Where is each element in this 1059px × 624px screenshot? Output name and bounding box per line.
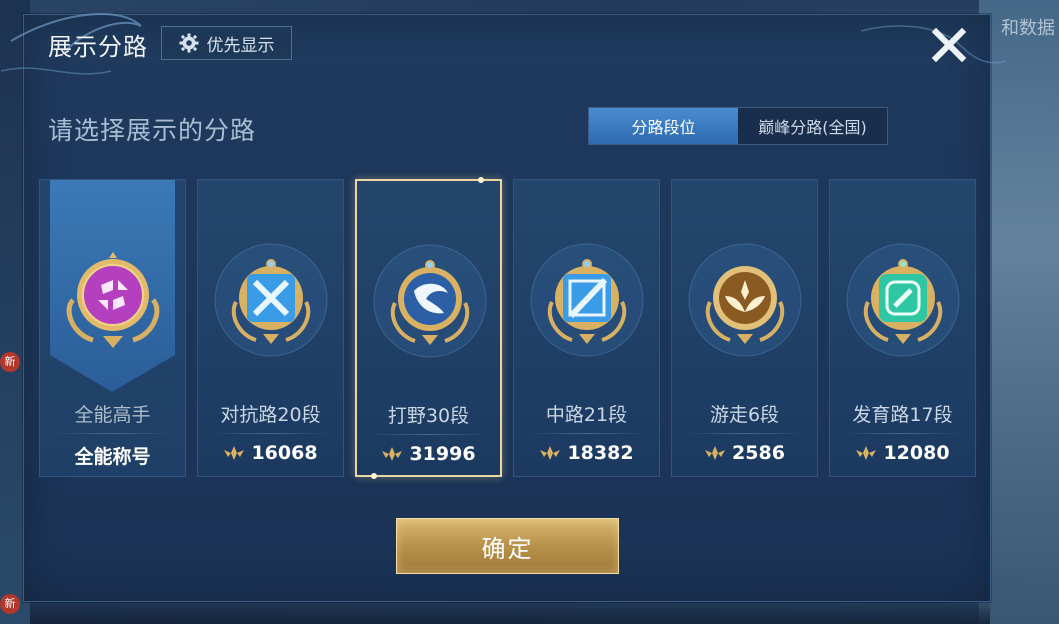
all-round-emblem-icon	[66, 252, 160, 348]
card-divider	[684, 433, 805, 434]
decorative-swirl	[1, 13, 1007, 75]
rank-points-icon	[224, 446, 245, 460]
card-divider	[526, 433, 647, 434]
lane-card-score: 全能称号	[74, 446, 151, 468]
corner-sparkle	[478, 177, 484, 183]
card-divider	[842, 433, 963, 434]
lane-display-dialog: 展示分路 优先显示 请选择展示的分路 分路段位 巅峰分路(全国) 全能高手 全能…	[1, 13, 1007, 602]
lane-card-score-row: 2586	[672, 442, 817, 464]
lane-card-name: 中路21段	[545, 404, 628, 426]
lane-card-name: 对抗路20段	[220, 404, 321, 426]
lane-card-name: 发育路17段	[852, 404, 953, 426]
confirm-button[interactable]: 确定	[396, 518, 619, 574]
lane-card-name: 全能高手	[74, 404, 151, 426]
rank-points-icon	[540, 446, 561, 460]
background-bottom-bar	[30, 602, 990, 624]
lane-card-name: 打野30段	[387, 405, 470, 427]
corner-sparkle	[371, 473, 377, 479]
tab-peak-lane[interactable]: 巅峰分路(全国)	[738, 108, 887, 144]
card-divider	[52, 433, 173, 434]
lane-card-mid[interactable]: 中路21段 18382	[513, 179, 660, 477]
lane-card-score: 16068	[251, 442, 318, 464]
rank-points-icon	[856, 446, 877, 460]
lane-card-title-label: 全能称号	[40, 442, 185, 469]
lane-card-all-round[interactable]: 全能高手 全能称号	[39, 179, 186, 477]
card-divider	[369, 434, 488, 435]
clash-lane-emblem-icon	[214, 243, 328, 357]
farm-lane-emblem-icon	[846, 243, 960, 357]
gear-icon	[179, 33, 198, 53]
background-partial-label: 和数据	[1001, 18, 1055, 39]
rank-points-icon	[705, 446, 726, 460]
mid-lane-emblem-icon	[530, 243, 644, 357]
priority-display-button[interactable]: 优先显示	[161, 26, 292, 60]
lane-card-name: 游走6段	[709, 404, 780, 426]
lane-card-score: 31996	[409, 443, 476, 465]
lane-tab-group: 分路段位 巅峰分路(全国)	[588, 107, 888, 145]
rank-points-icon	[382, 447, 403, 461]
lane-card-score-row: 12080	[830, 442, 975, 464]
lane-card-farm[interactable]: 发育路17段 12080	[829, 179, 976, 477]
lane-card-score-row: 18382	[514, 442, 659, 464]
lane-card-score: 18382	[567, 442, 634, 464]
jungle-dragon-emblem-icon	[373, 244, 487, 358]
lane-card-score-row: 31996	[357, 443, 500, 465]
lane-card-score: 2586	[732, 442, 785, 464]
card-divider	[210, 433, 331, 434]
roam-emblem-icon	[688, 243, 802, 357]
dialog-title: 展示分路	[48, 33, 148, 61]
lane-card-jungle[interactable]: 打野30段 31996	[355, 177, 502, 479]
lane-card-score-row: 16068	[198, 442, 343, 464]
priority-display-label: 优先显示	[206, 35, 275, 56]
lane-card-score: 12080	[883, 442, 950, 464]
lane-card-clash[interactable]: 对抗路20段 16068	[197, 179, 344, 477]
dialog-subtitle: 请选择展示的分路	[48, 116, 257, 145]
tab-lane-rank[interactable]: 分路段位	[589, 108, 738, 144]
close-icon	[931, 27, 967, 63]
lane-card-roam[interactable]: 游走6段 2586	[671, 179, 818, 477]
background-new-badge: 新	[0, 352, 20, 372]
close-button[interactable]	[927, 23, 971, 67]
background-scene-right	[979, 0, 1059, 624]
background-new-badge: 新	[0, 594, 20, 614]
